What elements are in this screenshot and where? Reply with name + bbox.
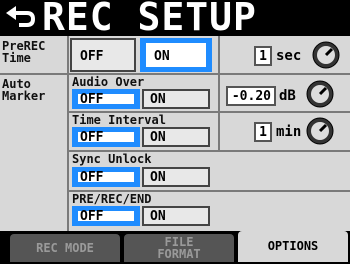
sync-unlock-label: Sync Unlock xyxy=(72,152,152,166)
prerec-time-value[interactable]: 1 xyxy=(254,46,272,66)
tab-options[interactable]: OPTIONS xyxy=(238,231,348,262)
pre-rec-end-on-button[interactable]: ON xyxy=(142,206,210,226)
tab-rec-mode[interactable]: REC MODE xyxy=(10,234,120,262)
prerec-off-button[interactable]: OFF xyxy=(70,38,136,72)
dial-knob-icon[interactable] xyxy=(312,41,340,69)
time-interval-unit: min xyxy=(276,124,302,140)
dial-knob-icon[interactable] xyxy=(306,117,334,145)
dial-knob-icon[interactable] xyxy=(306,80,334,108)
divider xyxy=(67,36,69,231)
prerec-label: PreREC Time xyxy=(2,39,46,65)
sync-unlock-on-button[interactable]: ON xyxy=(142,167,210,187)
time-interval-off-button[interactable]: OFF xyxy=(72,127,140,147)
time-interval-label: Time Interval xyxy=(72,113,166,127)
time-interval-value[interactable]: 1 xyxy=(254,122,272,142)
audio-over-label: Audio Over xyxy=(72,75,145,89)
pre-rec-end-label: PRE/REC/END xyxy=(72,192,152,206)
auto-marker-label: Auto Marker xyxy=(2,77,46,103)
tab-file-format[interactable]: FILE FORMAT xyxy=(124,234,234,262)
divider xyxy=(218,36,220,150)
sync-unlock-off-button[interactable]: OFF xyxy=(72,167,140,187)
pre-rec-end-off-button[interactable]: OFF xyxy=(72,206,140,226)
page-title: REC SETUP xyxy=(42,0,257,39)
audio-over-unit: dB xyxy=(279,88,296,104)
prerec-on-button[interactable]: ON xyxy=(140,38,212,72)
audio-over-value[interactable]: -0.20 xyxy=(226,86,276,106)
time-interval-on-button[interactable]: ON xyxy=(142,127,210,147)
prerec-time-unit: sec xyxy=(276,48,302,64)
audio-over-off-button[interactable]: OFF xyxy=(72,89,140,109)
divider xyxy=(0,73,350,75)
back-arrow-icon[interactable] xyxy=(3,3,39,33)
audio-over-on-button[interactable]: ON xyxy=(142,89,210,109)
